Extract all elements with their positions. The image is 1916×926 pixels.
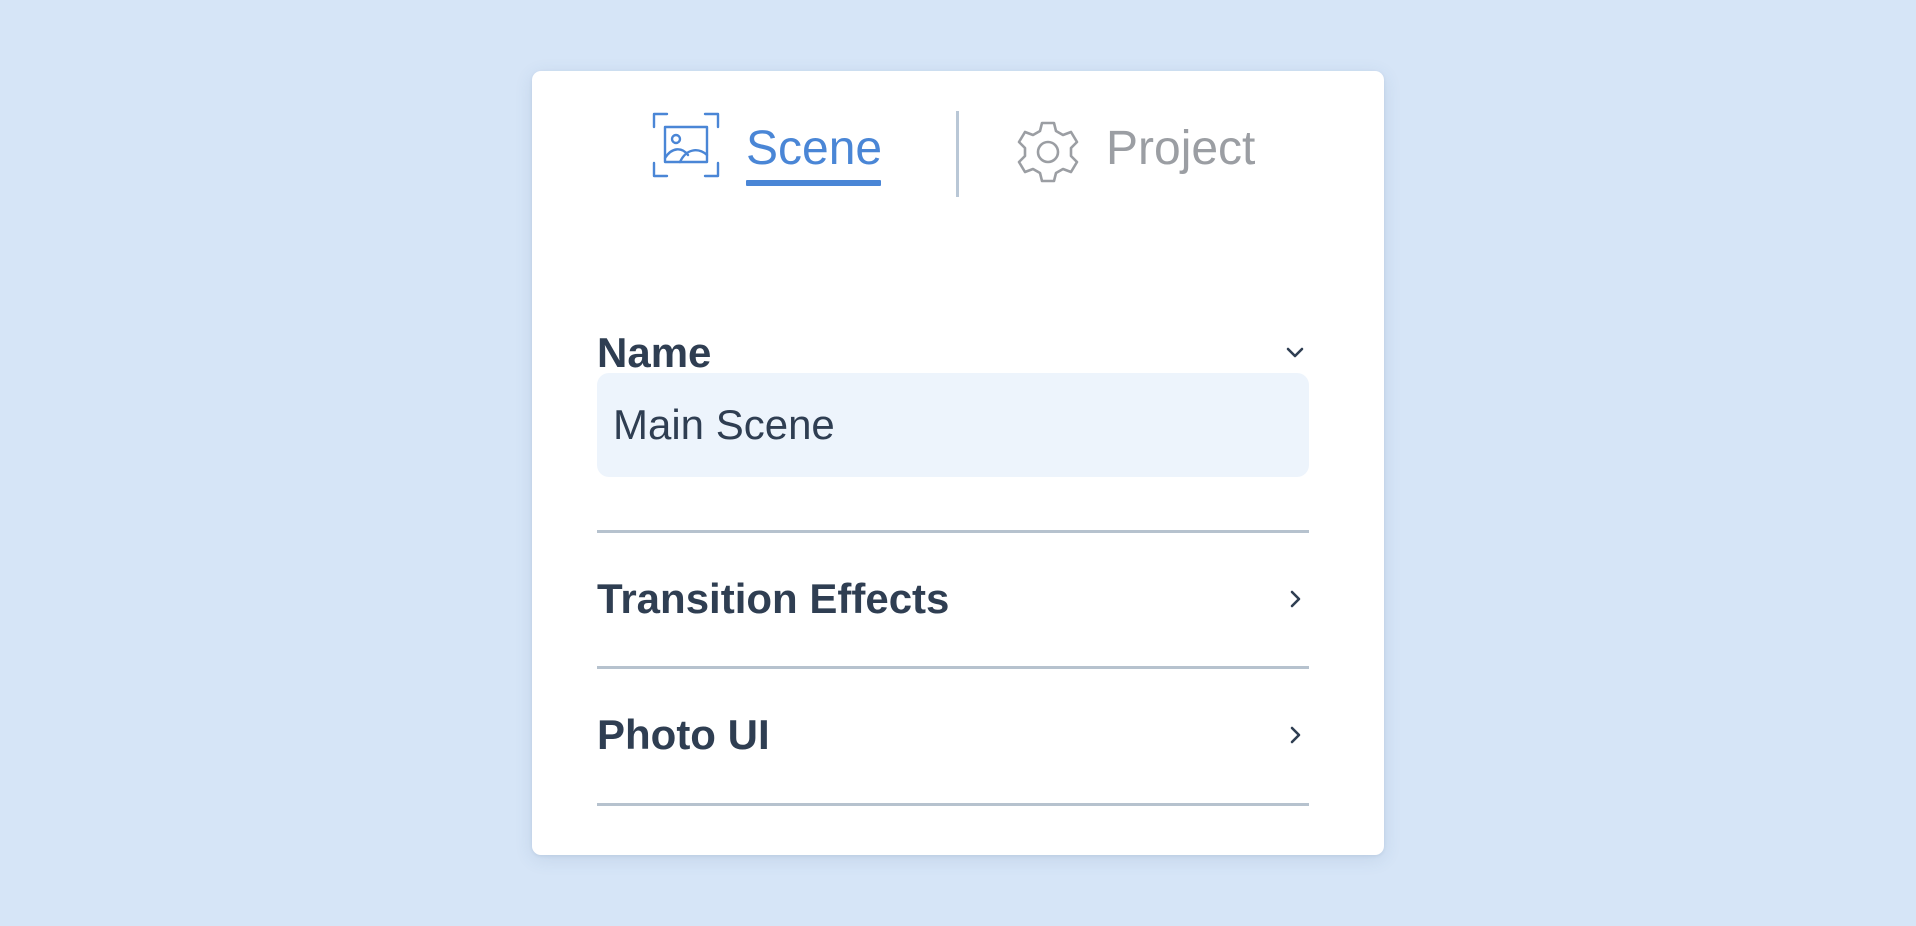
scene-image-icon: [652, 111, 720, 184]
tab-divider: [956, 111, 959, 197]
divider: [597, 803, 1309, 806]
tab-scene-label: Scene: [746, 122, 883, 175]
chevron-right-icon[interactable]: [1281, 721, 1309, 749]
inspector-panel: Scene Project Name Transition Effects: [532, 71, 1384, 855]
chevron-down-icon[interactable]: [1281, 339, 1309, 367]
tab-bar: Scene Project: [532, 71, 1384, 221]
divider: [597, 530, 1309, 533]
transition-effects-section-header[interactable]: Transition Effects: [597, 569, 1309, 629]
transition-effects-title: Transition Effects: [597, 575, 950, 622]
gear-icon: [1014, 111, 1082, 192]
scene-name-field: [597, 373, 1309, 477]
photo-ui-section-header[interactable]: Photo UI: [597, 705, 1309, 765]
photo-ui-title: Photo UI: [597, 711, 770, 758]
tab-project-label: Project: [1106, 122, 1256, 175]
tab-project[interactable]: Project: [1014, 111, 1274, 201]
chevron-right-icon[interactable]: [1281, 585, 1309, 613]
scene-name-input[interactable]: [597, 373, 1309, 477]
name-section-title: Name: [597, 329, 712, 376]
active-tab-indicator: [746, 180, 881, 186]
divider: [597, 666, 1309, 669]
tab-scene[interactable]: Scene: [652, 111, 882, 201]
